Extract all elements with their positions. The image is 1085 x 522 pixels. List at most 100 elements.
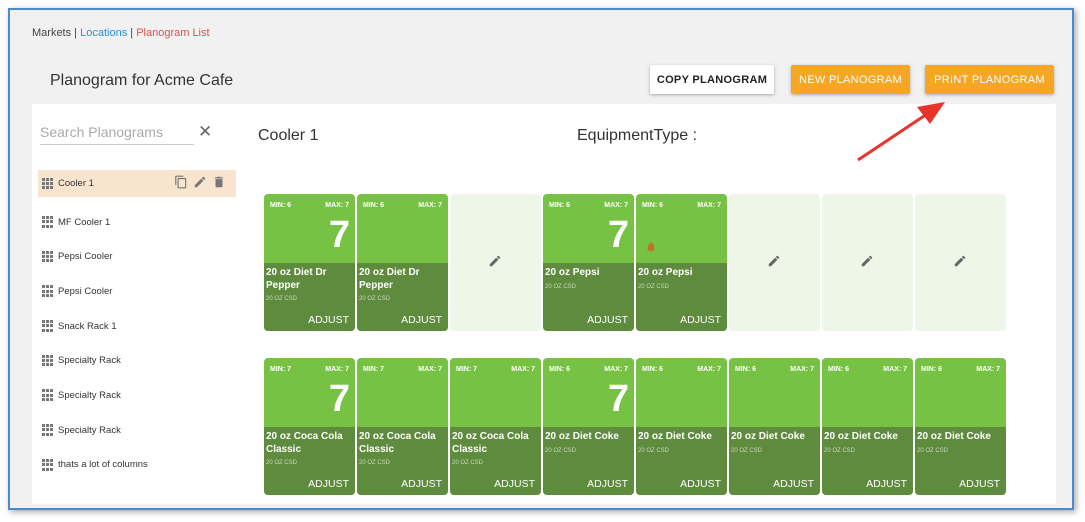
adjust-button[interactable]: ADJUST (680, 314, 721, 326)
shelf-row-2: MIN: 7 MAX: 7 7 20 oz Coca Cola Classic 20 O… (264, 358, 1006, 495)
edit-icon[interactable] (953, 254, 967, 268)
edit-icon[interactable] (767, 254, 781, 268)
pencil-icon[interactable] (860, 254, 874, 273)
product-name-block: 20 oz Diet Dr Pepper 20 OZ CSD (266, 267, 353, 306)
edit-icon[interactable] (860, 254, 874, 268)
product-info: 20 oz Diet Coke 20 OZ CSD ADJUST (915, 427, 1006, 495)
planogram-panel: Search Planograms ✕ Cooler 1 MF Cooler 1 P… (32, 104, 1056, 504)
new-planogram-button[interactable]: NEW PLANOGRAM (791, 65, 910, 94)
max-label: MAX: 7 (697, 202, 721, 209)
close-icon[interactable]: ✕ (198, 122, 212, 142)
product-slot[interactable]: MIN: 6 MAX: 7 20 oz Diet Coke 20 OZ CSD ADJU… (636, 358, 727, 495)
min-label: MIN: 6 (735, 366, 756, 373)
empty-slot[interactable] (915, 194, 1006, 331)
edit-icon[interactable] (193, 175, 207, 189)
product-category: 20 OZ CSD (266, 460, 298, 466)
list-item-label: MF Cooler 1 (58, 216, 111, 228)
grid-icon (42, 250, 54, 263)
quantity: 7 (328, 378, 350, 420)
min-max: MIN: 6 MAX: 7 (828, 366, 907, 373)
breadcrumb-markets[interactable]: Markets (32, 27, 71, 39)
grid-icon (42, 216, 54, 228)
product-category: 20 OZ CSD (359, 296, 391, 302)
product-slot[interactable]: MIN: 6 MAX: 7 7 20 oz Diet Dr Pepper 20 OZ C… (264, 194, 355, 331)
copy-planogram-button[interactable]: COPY PLANOGRAM (650, 65, 774, 94)
edit-icon[interactable] (488, 254, 502, 268)
planogram-list: Cooler 1 MF Cooler 1 Pepsi Cooler Pepsi Coo… (38, 170, 236, 482)
product-name-block: 20 oz Diet Coke 20 OZ CSD (545, 431, 632, 457)
adjust-button[interactable]: ADJUST (680, 478, 721, 490)
list-item[interactable]: Specialty Rack (38, 378, 236, 413)
product-slot[interactable]: MIN: 7 MAX: 7 7 20 oz Coca Cola Classic 20 O… (264, 358, 355, 495)
breadcrumb-locations[interactable]: Locations (80, 27, 127, 39)
pencil-icon[interactable] (953, 254, 967, 273)
list-item[interactable]: Specialty Rack (38, 413, 236, 448)
list-item-label: Specialty Rack (58, 355, 121, 367)
list-item[interactable]: Specialty Rack (38, 343, 236, 378)
adjust-button[interactable]: ADJUST (587, 314, 628, 326)
grid-icon (42, 424, 54, 436)
copy-icon[interactable] (174, 175, 188, 189)
product-slot[interactable]: MIN: 7 MAX: 7 20 oz Coca Cola Classic 20 OZ… (357, 358, 448, 495)
max-label: MAX: 7 (418, 366, 442, 373)
product-name: 20 oz Diet Coke (917, 431, 991, 442)
adjust-button[interactable]: ADJUST (866, 478, 907, 490)
max-label: MAX: 7 (325, 366, 349, 373)
list-item[interactable]: thats a lot of columns (38, 448, 236, 483)
print-planogram-button[interactable]: PRINT PLANOGRAM (925, 65, 1054, 94)
list-item-label: Specialty Rack (58, 424, 121, 436)
product-name-block: 20 oz Diet Coke 20 OZ CSD (638, 431, 725, 457)
list-item[interactable]: Cooler 1 (38, 170, 236, 197)
min-max: MIN: 7 MAX: 7 (363, 366, 442, 373)
adjust-button[interactable]: ADJUST (401, 478, 442, 490)
adjust-button[interactable]: ADJUST (587, 478, 628, 490)
product-slot[interactable]: MIN: 6 MAX: 7 7 20 oz Diet Coke 20 OZ CSD ADJ… (543, 358, 634, 495)
product-category: 20 OZ CSD (545, 283, 577, 290)
max-label: MAX: 7 (604, 366, 628, 373)
search-input[interactable]: Search Planograms (40, 124, 194, 145)
product-name: 20 oz Diet Dr Pepper (266, 267, 327, 291)
adjust-button[interactable]: ADJUST (401, 314, 442, 326)
product-name-block: 20 oz Pepsi 20 OZ CSD (638, 267, 725, 293)
adjust-button[interactable]: ADJUST (773, 478, 814, 490)
empty-slot[interactable] (729, 194, 820, 331)
grid-icon (42, 354, 54, 367)
empty-slot[interactable] (822, 194, 913, 331)
breadcrumb-separator: | (71, 27, 81, 39)
product-name-block: 20 oz Coca Cola Classic 20 OZ CSD (359, 431, 446, 470)
adjust-button[interactable]: ADJUST (308, 314, 349, 326)
pencil-icon[interactable] (767, 254, 781, 273)
min-label: MIN: 6 (270, 202, 291, 209)
list-item[interactable]: Snack Rack 1 (38, 309, 236, 344)
adjust-button[interactable]: ADJUST (494, 478, 535, 490)
product-name: 20 oz Coca Cola Classic (452, 431, 529, 455)
list-item-label: Specialty Rack (58, 389, 121, 401)
adjust-button[interactable]: ADJUST (959, 478, 1000, 490)
product-slot[interactable]: MIN: 6 MAX: 7 7 20 oz Pepsi 20 OZ CSD ADJUST (543, 194, 634, 331)
product-slot[interactable]: MIN: 6 MAX: 7 20 oz Diet Dr Pepper 20 OZ CS… (357, 194, 448, 331)
list-item[interactable]: Pepsi Cooler (38, 274, 236, 309)
shelf-row-1: MIN: 6 MAX: 7 7 20 oz Diet Dr Pepper 20 OZ C… (264, 194, 1006, 331)
page-title: Planogram for Acme Cafe (50, 72, 234, 89)
breadcrumb-separator: | (127, 27, 137, 39)
product-slot[interactable]: MIN: 7 MAX: 7 20 oz Coca Cola Classic 20 OZ… (450, 358, 541, 495)
product-info: 20 oz Pepsi 20 OZ CSD ADJUST (636, 263, 727, 331)
product-name-block: 20 oz Diet Coke 20 OZ CSD (824, 431, 911, 457)
product-slot[interactable]: MIN: 6 MAX: 7 20 oz Pepsi 20 OZ CSD ADJUST (636, 194, 727, 331)
empty-slot[interactable] (450, 194, 541, 331)
adjust-button[interactable]: ADJUST (308, 478, 349, 490)
product-name: 20 oz Diet Coke (824, 431, 898, 442)
product-name-block: 20 oz Diet Coke 20 OZ CSD (731, 431, 818, 457)
product-slot[interactable]: MIN: 6 MAX: 7 20 oz Diet Coke 20 OZ CSD ADJU… (915, 358, 1006, 495)
list-item[interactable]: Pepsi Cooler (38, 239, 236, 274)
min-label: MIN: 7 (270, 366, 291, 373)
delete-icon[interactable] (212, 175, 226, 189)
breadcrumb-planogram-list[interactable]: Planogram List (136, 27, 209, 39)
list-item[interactable]: MF Cooler 1 (38, 205, 236, 240)
product-category: 20 OZ CSD (917, 447, 949, 454)
product-slot[interactable]: MIN: 6 MAX: 7 20 oz Diet Coke 20 OZ CSD ADJU… (822, 358, 913, 495)
min-max: MIN: 6 MAX: 7 (642, 366, 721, 373)
product-category: 20 OZ CSD (638, 283, 670, 290)
pencil-icon[interactable] (488, 254, 502, 273)
product-slot[interactable]: MIN: 6 MAX: 7 20 oz Diet Coke 20 OZ CSD ADJU… (729, 358, 820, 495)
